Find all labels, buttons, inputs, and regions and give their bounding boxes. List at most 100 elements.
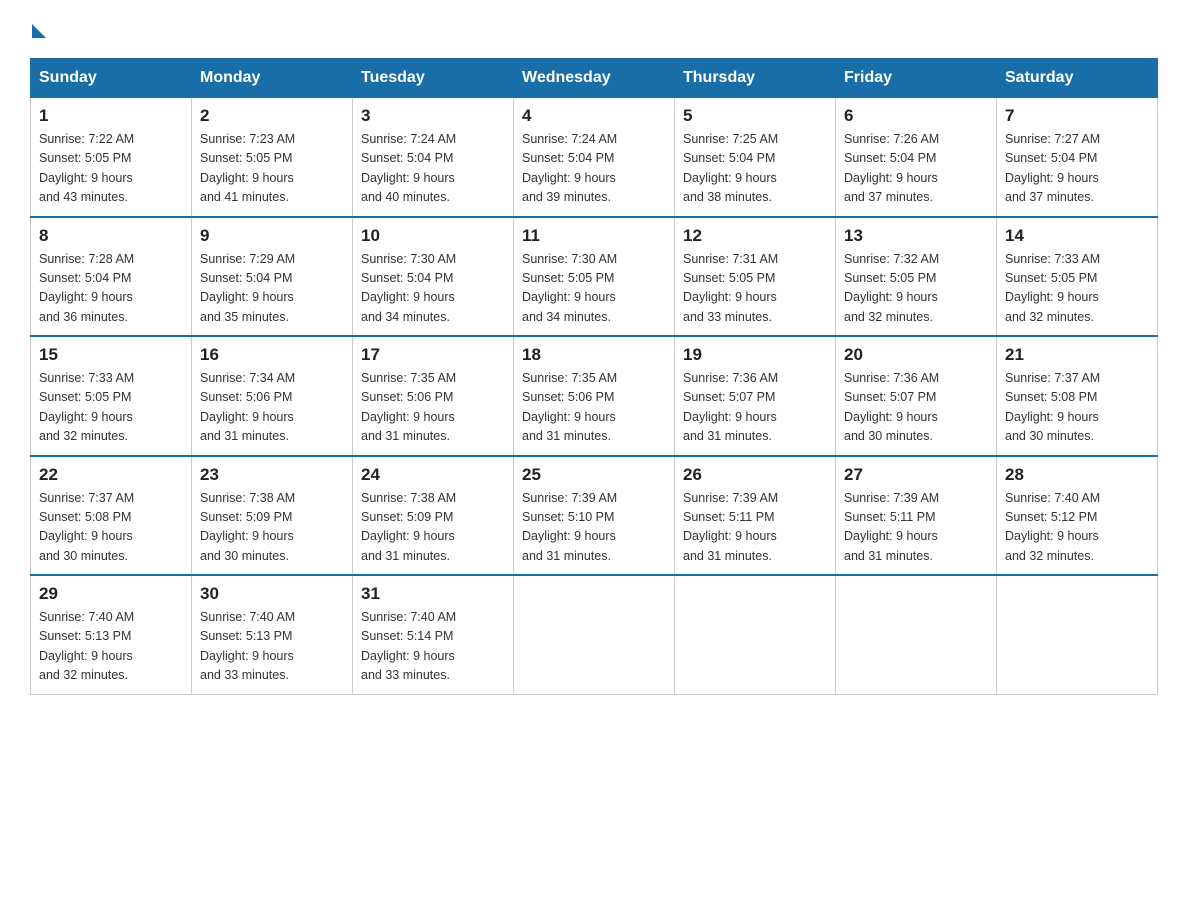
day-cell-27: 27 Sunrise: 7:39 AMSunset: 5:11 PMDayligh…: [836, 456, 997, 576]
day-number: 27: [844, 465, 988, 485]
day-info: Sunrise: 7:35 AMSunset: 5:06 PMDaylight:…: [522, 369, 666, 447]
day-number: 31: [361, 584, 505, 604]
week-row-1: 1 Sunrise: 7:22 AMSunset: 5:05 PMDaylight…: [31, 98, 1158, 217]
day-cell-18: 18 Sunrise: 7:35 AMSunset: 5:06 PMDayligh…: [514, 336, 675, 456]
day-number: 4: [522, 106, 666, 126]
col-header-tuesday: Tuesday: [353, 59, 514, 98]
day-cell-15: 15 Sunrise: 7:33 AMSunset: 5:05 PMDayligh…: [31, 336, 192, 456]
day-number: 10: [361, 226, 505, 246]
day-number: 18: [522, 345, 666, 365]
day-info: Sunrise: 7:34 AMSunset: 5:06 PMDaylight:…: [200, 369, 344, 447]
day-cell-29: 29 Sunrise: 7:40 AMSunset: 5:13 PMDayligh…: [31, 575, 192, 694]
day-cell-8: 8 Sunrise: 7:28 AMSunset: 5:04 PMDaylight…: [31, 217, 192, 337]
day-number: 16: [200, 345, 344, 365]
day-info: Sunrise: 7:33 AMSunset: 5:05 PMDaylight:…: [39, 369, 183, 447]
day-info: Sunrise: 7:24 AMSunset: 5:04 PMDaylight:…: [522, 130, 666, 208]
day-cell-9: 9 Sunrise: 7:29 AMSunset: 5:04 PMDaylight…: [192, 217, 353, 337]
day-number: 29: [39, 584, 183, 604]
day-info: Sunrise: 7:36 AMSunset: 5:07 PMDaylight:…: [683, 369, 827, 447]
day-info: Sunrise: 7:22 AMSunset: 5:05 PMDaylight:…: [39, 130, 183, 208]
day-cell-10: 10 Sunrise: 7:30 AMSunset: 5:04 PMDayligh…: [353, 217, 514, 337]
day-cell-6: 6Sunrise: 7:26 AMSunset: 5:04 PMDaylight…: [836, 98, 997, 217]
day-info: Sunrise: 7:40 AMSunset: 5:14 PMDaylight:…: [361, 608, 505, 686]
calendar-table: SundayMondayTuesdayWednesdayThursdayFrid…: [30, 58, 1158, 695]
day-cell-17: 17Sunrise: 7:35 AMSunset: 5:06 PMDayligh…: [353, 336, 514, 456]
col-header-sunday: Sunday: [31, 59, 192, 98]
day-cell-24: 24 Sunrise: 7:38 AMSunset: 5:09 PMDayligh…: [353, 456, 514, 576]
logo: [30, 20, 46, 38]
day-info: Sunrise: 7:36 AMSunset: 5:07 PMDaylight:…: [844, 369, 988, 447]
day-number: 26: [683, 465, 827, 485]
day-number: 21: [1005, 345, 1149, 365]
day-number: 13: [844, 226, 988, 246]
day-cell-1: 1 Sunrise: 7:22 AMSunset: 5:05 PMDaylight…: [31, 98, 192, 217]
day-info: Sunrise: 7:23 AMSunset: 5:05 PMDaylight:…: [200, 130, 344, 208]
day-number: 14: [1005, 226, 1149, 246]
day-info: Sunrise: 7:31 AMSunset: 5:05 PMDaylight:…: [683, 250, 827, 328]
col-header-friday: Friday: [836, 59, 997, 98]
week-row-4: 22 Sunrise: 7:37 AMSunset: 5:08 PMDayligh…: [31, 456, 1158, 576]
day-cell-16: 16 Sunrise: 7:34 AMSunset: 5:06 PMDayligh…: [192, 336, 353, 456]
day-info: Sunrise: 7:40 AMSunset: 5:13 PMDaylight:…: [200, 608, 344, 686]
day-info: Sunrise: 7:33 AMSunset: 5:05 PMDaylight:…: [1005, 250, 1149, 328]
day-info: Sunrise: 7:29 AMSunset: 5:04 PMDaylight:…: [200, 250, 344, 328]
week-row-5: 29 Sunrise: 7:40 AMSunset: 5:13 PMDayligh…: [31, 575, 1158, 694]
day-number: 1: [39, 106, 183, 126]
day-number: 30: [200, 584, 344, 604]
day-number: 24: [361, 465, 505, 485]
day-info: Sunrise: 7:40 AMSunset: 5:13 PMDaylight:…: [39, 608, 183, 686]
day-cell-20: 20 Sunrise: 7:36 AMSunset: 5:07 PMDayligh…: [836, 336, 997, 456]
day-cell-13: 13Sunrise: 7:32 AMSunset: 5:05 PMDayligh…: [836, 217, 997, 337]
page-header: [30, 20, 1158, 38]
calendar-header-row: SundayMondayTuesdayWednesdayThursdayFrid…: [31, 59, 1158, 98]
day-info: Sunrise: 7:38 AMSunset: 5:09 PMDaylight:…: [200, 489, 344, 567]
day-info: Sunrise: 7:39 AMSunset: 5:11 PMDaylight:…: [844, 489, 988, 567]
day-cell-7: 7 Sunrise: 7:27 AMSunset: 5:04 PMDaylight…: [997, 98, 1158, 217]
day-info: Sunrise: 7:39 AMSunset: 5:11 PMDaylight:…: [683, 489, 827, 567]
empty-cell-4-4: [675, 575, 836, 694]
day-cell-25: 25 Sunrise: 7:39 AMSunset: 5:10 PMDayligh…: [514, 456, 675, 576]
day-info: Sunrise: 7:40 AMSunset: 5:12 PMDaylight:…: [1005, 489, 1149, 567]
day-cell-21: 21Sunrise: 7:37 AMSunset: 5:08 PMDayligh…: [997, 336, 1158, 456]
day-cell-30: 30 Sunrise: 7:40 AMSunset: 5:13 PMDayligh…: [192, 575, 353, 694]
col-header-saturday: Saturday: [997, 59, 1158, 98]
day-number: 8: [39, 226, 183, 246]
day-cell-28: 28Sunrise: 7:40 AMSunset: 5:12 PMDayligh…: [997, 456, 1158, 576]
day-cell-11: 11Sunrise: 7:30 AMSunset: 5:05 PMDayligh…: [514, 217, 675, 337]
day-cell-5: 5 Sunrise: 7:25 AMSunset: 5:04 PMDaylight…: [675, 98, 836, 217]
day-number: 20: [844, 345, 988, 365]
day-number: 17: [361, 345, 505, 365]
week-row-2: 8 Sunrise: 7:28 AMSunset: 5:04 PMDaylight…: [31, 217, 1158, 337]
day-cell-23: 23 Sunrise: 7:38 AMSunset: 5:09 PMDayligh…: [192, 456, 353, 576]
day-cell-2: 2 Sunrise: 7:23 AMSunset: 5:05 PMDaylight…: [192, 98, 353, 217]
empty-cell-4-5: [836, 575, 997, 694]
day-number: 2: [200, 106, 344, 126]
empty-cell-4-6: [997, 575, 1158, 694]
day-info: Sunrise: 7:30 AMSunset: 5:04 PMDaylight:…: [361, 250, 505, 328]
day-info: Sunrise: 7:38 AMSunset: 5:09 PMDaylight:…: [361, 489, 505, 567]
day-info: Sunrise: 7:27 AMSunset: 5:04 PMDaylight:…: [1005, 130, 1149, 208]
day-number: 22: [39, 465, 183, 485]
day-cell-26: 26 Sunrise: 7:39 AMSunset: 5:11 PMDayligh…: [675, 456, 836, 576]
day-number: 25: [522, 465, 666, 485]
day-number: 19: [683, 345, 827, 365]
day-info: Sunrise: 7:37 AMSunset: 5:08 PMDaylight:…: [39, 489, 183, 567]
day-cell-14: 14 Sunrise: 7:33 AMSunset: 5:05 PMDayligh…: [997, 217, 1158, 337]
day-info: Sunrise: 7:28 AMSunset: 5:04 PMDaylight:…: [39, 250, 183, 328]
day-info: Sunrise: 7:24 AMSunset: 5:04 PMDaylight:…: [361, 130, 505, 208]
day-number: 7: [1005, 106, 1149, 126]
day-info: Sunrise: 7:39 AMSunset: 5:10 PMDaylight:…: [522, 489, 666, 567]
day-number: 3: [361, 106, 505, 126]
day-info: Sunrise: 7:30 AMSunset: 5:05 PMDaylight:…: [522, 250, 666, 328]
day-cell-19: 19 Sunrise: 7:36 AMSunset: 5:07 PMDayligh…: [675, 336, 836, 456]
day-number: 12: [683, 226, 827, 246]
day-cell-12: 12 Sunrise: 7:31 AMSunset: 5:05 PMDayligh…: [675, 217, 836, 337]
day-cell-31: 31 Sunrise: 7:40 AMSunset: 5:14 PMDayligh…: [353, 575, 514, 694]
day-number: 6: [844, 106, 988, 126]
day-number: 5: [683, 106, 827, 126]
day-number: 23: [200, 465, 344, 485]
day-number: 9: [200, 226, 344, 246]
day-cell-3: 3 Sunrise: 7:24 AMSunset: 5:04 PMDaylight…: [353, 98, 514, 217]
day-number: 15: [39, 345, 183, 365]
day-info: Sunrise: 7:25 AMSunset: 5:04 PMDaylight:…: [683, 130, 827, 208]
